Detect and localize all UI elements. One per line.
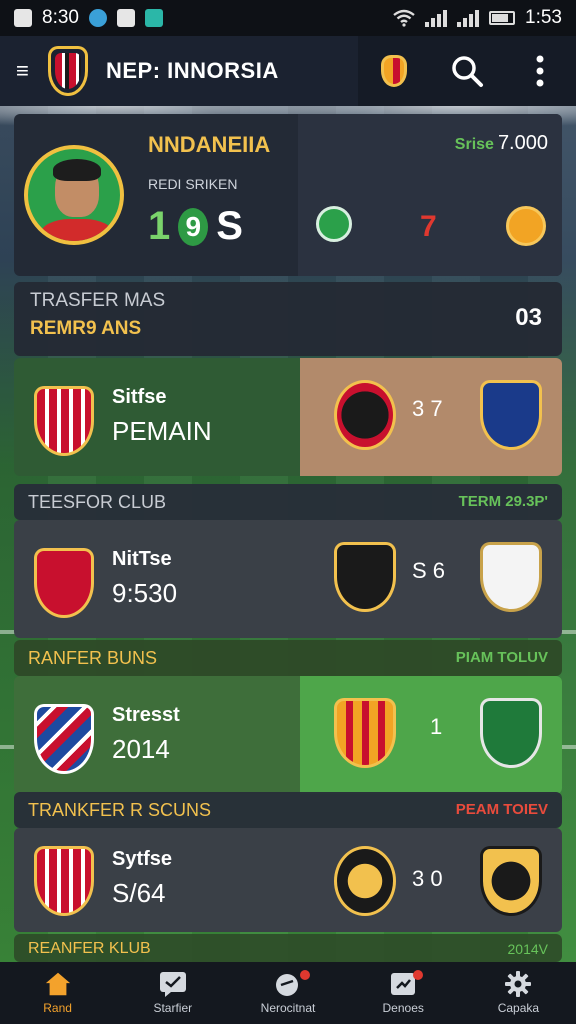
match-card[interactable]: Sitfse PEMAIN 3 7: [14, 358, 562, 476]
score-digit: 9: [178, 207, 209, 246]
away-club-icon: [480, 542, 542, 612]
status-time-left: 8:30: [42, 7, 79, 28]
team-badge-button[interactable]: [374, 51, 414, 91]
app-header: ≡ NEP: INNORSIA: [0, 36, 576, 106]
battery-icon: [489, 11, 516, 25]
club-crest-icon: [34, 846, 94, 916]
match-label: Sitfse: [112, 386, 167, 408]
signal-icon: [457, 9, 480, 27]
match-score: 1: [430, 714, 443, 739]
section-bar: REANFER KLUB 2014V: [14, 934, 562, 962]
player-stat: Srise 7.000: [455, 132, 548, 155]
status-time-right: 1:53: [525, 7, 562, 28]
bar-left-text: RANFER BUNS: [28, 648, 158, 668]
section-value: 03: [515, 304, 542, 331]
shield-notification-icon: [116, 9, 135, 27]
stat-value: 7.000: [497, 132, 548, 154]
home-club-icon: [334, 846, 396, 916]
status-bar: 8:30 1:53: [0, 0, 576, 36]
match-value: PEMAIN: [112, 416, 212, 446]
nav-label: Rand: [43, 1001, 72, 1015]
match-card[interactable]: Sytfse S/64 3 0: [14, 828, 562, 932]
nav-label: Nerocitnat: [260, 1001, 316, 1015]
nav-item-nerocitnat[interactable]: Nerocitnat: [230, 962, 345, 1024]
transfer-section-header: TRASFER MAS REMR9 ANS 03: [14, 282, 562, 356]
bar-right-text: TERM 29.3P': [458, 493, 548, 510]
signal-icon: [425, 9, 448, 27]
player-info: NNDANEIIA REDI SRIKEN 1 9 S: [14, 114, 298, 276]
home-club-icon: [334, 698, 396, 768]
bar-left-text: TRANKFER R SCUNS: [28, 800, 212, 820]
stat-number: 7: [420, 210, 437, 243]
ball-icon: [316, 206, 352, 242]
gear-icon: [504, 971, 532, 997]
wifi-icon: [393, 9, 415, 27]
match-value: 9:530: [112, 578, 178, 608]
section-bar: RANFER BUNS PIAM TOLUV: [14, 640, 562, 676]
club-crest-icon: [34, 704, 94, 774]
match-value: 2014: [112, 734, 170, 764]
home-club-icon: [334, 380, 396, 450]
notification-badge: [299, 970, 310, 980]
away-club-icon: [480, 380, 542, 450]
app-notification-icon: [144, 9, 163, 27]
section-subtitle: REMR9 ANS: [30, 318, 142, 339]
player-stats: Srise 7.000 7: [298, 114, 562, 276]
nav-item-starfier[interactable]: Starfier: [115, 962, 230, 1024]
player-name: NNDANEIIA: [148, 132, 271, 157]
nav-item-capaka[interactable]: Capaka: [461, 962, 576, 1024]
notification-icon: [14, 9, 32, 27]
player-avatar: [24, 145, 124, 245]
match-label: Stresst: [112, 704, 180, 726]
club-crest-icon: [34, 548, 94, 618]
match-label: NitTse: [112, 548, 172, 570]
club-crest-icon: [48, 46, 88, 96]
bar-left-text: REANFER KLUB: [28, 940, 151, 957]
club-crest-icon: [34, 386, 94, 456]
nav-label: Capaka: [497, 1001, 540, 1015]
section-title: TRASFER MAS: [30, 290, 166, 311]
match-card[interactable]: Stresst 2014 1: [14, 676, 562, 794]
score-digit: 1: [148, 204, 171, 248]
nav-label: Denoes: [382, 1001, 424, 1015]
nav-item-home[interactable]: Rand: [0, 962, 115, 1024]
nav-label: Starfier: [153, 1001, 193, 1015]
notification-badge: [412, 970, 423, 980]
home-icon: [44, 971, 72, 997]
match-label: Sytfse: [112, 848, 173, 870]
match-value: S/64: [112, 878, 166, 908]
section-bar: TRANKFER R SCUNS PEAM TOIEV: [14, 792, 562, 828]
page-title: NEP: INNORSIA: [106, 58, 279, 83]
more-options-button[interactable]: [520, 51, 560, 91]
coin-icon: [506, 206, 546, 246]
team-badge-icon: [381, 55, 408, 87]
player-score: 1 9 S: [148, 204, 243, 249]
header-actions: [358, 36, 576, 106]
away-club-icon: [480, 698, 542, 768]
kebab-menu-icon: [536, 55, 544, 87]
match-score: 3 0: [412, 866, 443, 891]
chat-icon: [159, 971, 187, 997]
search-button[interactable]: [447, 51, 487, 91]
bar-right-text: PEAM TOIEV: [455, 801, 548, 818]
globe-icon: [88, 9, 107, 27]
search-icon: [452, 56, 483, 87]
home-club-icon: [334, 542, 396, 612]
bar-right-text: 2014V: [507, 941, 548, 957]
menu-button[interactable]: ≡: [16, 58, 46, 84]
stat-label: Srise: [454, 136, 494, 153]
section-bar: TEESFOR CLUB TERM 29.3P': [14, 484, 562, 520]
whistle-icon: [274, 971, 302, 997]
match-card[interactable]: NitTse 9:530 S 6: [14, 520, 562, 638]
bar-left-text: TEESFOR CLUB: [28, 492, 167, 512]
player-hero-card[interactable]: NNDANEIIA REDI SRIKEN 1 9 S Srise 7.000 7: [14, 114, 562, 276]
match-score: S 6: [412, 558, 446, 583]
bar-right-text: PIAM TOLUV: [455, 649, 548, 666]
match-score: 3 7: [412, 396, 443, 421]
bottom-navigation: Rand Starfier Nerocitnat Denoes Capaka: [0, 962, 576, 1024]
away-club-icon: [480, 846, 542, 916]
score-digit: S: [216, 204, 243, 248]
nav-item-denoes[interactable]: Denoes: [346, 962, 461, 1024]
player-subtitle: REDI SRIKEN: [148, 176, 238, 192]
